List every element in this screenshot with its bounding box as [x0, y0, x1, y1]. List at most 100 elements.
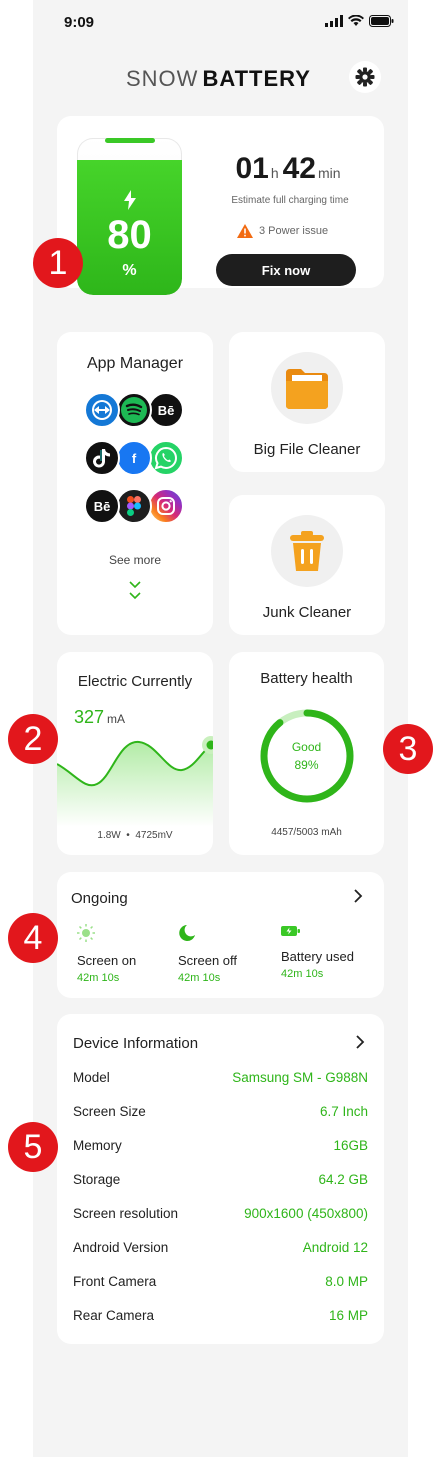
status-bar: 9:09 [33, 0, 408, 46]
charging-estimate-label: Estimate full charging time [231, 195, 349, 206]
screen-off-label: Screen off [178, 953, 238, 968]
charging-minutes-unit: min [317, 165, 341, 181]
device-info-key: Front Camera [73, 1274, 157, 1289]
figma-icon[interactable] [116, 488, 152, 524]
device-info-value: Samsung SM - G988N [232, 1070, 368, 1085]
marker-4: 4 [8, 913, 58, 963]
trash-icon-bg [271, 515, 343, 587]
behance-icon[interactable]: Bē [84, 488, 120, 524]
charging-hours: 01 [235, 152, 269, 185]
screen-on-value: 42m 10s [77, 972, 120, 984]
signal-icon [325, 15, 343, 27]
battery-health-title: Battery health [260, 670, 353, 687]
phone-screen: 9:09 SNOW BATTERY 80 % 01 h 42 min Estimate … [33, 0, 408, 1457]
screen-on-label: Screen on [77, 953, 137, 968]
device-info-value: 900x1600 (450x800) [244, 1206, 368, 1221]
brand-light: SNOW [126, 66, 199, 91]
instagram-icon[interactable] [148, 488, 184, 524]
battery-used-value: 42m 10s [281, 968, 324, 980]
ongoing-battery-used: Battery used 42m 10s [281, 924, 381, 980]
battery-health-status: Good [291, 740, 322, 754]
device-info-value: 16 MP [328, 1308, 368, 1323]
status-icons [325, 15, 394, 27]
battery-status-icon [369, 15, 394, 27]
teamviewer-icon[interactable] [84, 392, 120, 428]
battery-health-percent: 89% [294, 758, 319, 772]
device-info-key: Model [73, 1070, 110, 1085]
ongoing-screen-on: Screen on 42m 10s [77, 924, 177, 984]
junk-cleaner-card[interactable]: Junk Cleaner [229, 495, 385, 635]
battery-cap [105, 138, 155, 143]
current-number: 327 [74, 707, 105, 727]
app-logo: SNOW BATTERY [126, 66, 311, 92]
chevron-right-icon[interactable] [353, 889, 363, 903]
power-watts: 1.8W [97, 830, 121, 841]
charging-hours-unit: h [270, 165, 279, 181]
device-info-key: Screen resolution [73, 1206, 179, 1221]
battery-capacity: 4457/5003 mAh [271, 827, 342, 838]
device-info-key: Rear Camera [73, 1308, 155, 1323]
settings-button[interactable] [349, 61, 381, 93]
device-info-row: Storage 64.2 GB [73, 1172, 368, 1192]
big-file-cleaner-label: Big File Cleaner [253, 441, 361, 458]
sun-icon [77, 924, 95, 942]
current-unit: mA [107, 712, 126, 726]
health-ring [260, 709, 354, 803]
battery-level-graphic: 80 % [77, 138, 182, 295]
electric-current-card[interactable]: Electric Currently 327 mA 1.8W • 4725mV [57, 652, 213, 855]
facebook-icon[interactable]: f [116, 440, 152, 476]
big-file-cleaner-card[interactable]: Big File Cleaner [229, 332, 385, 472]
ongoing-card[interactable]: Ongoing Screen on 42m 10s Screen off 42m… [57, 872, 384, 998]
fix-now-button[interactable]: Fix now [216, 254, 356, 286]
see-more-link[interactable]: See more [57, 553, 213, 567]
current-wave-chart [57, 736, 213, 827]
charging-time: 01 h 42 min [215, 152, 365, 186]
junk-cleaner-label: Junk Cleaner [262, 604, 352, 621]
moon-icon [179, 925, 195, 941]
app-manager-card[interactable]: App Manager Bē f Bē See more [57, 332, 213, 635]
marker-5: 5 [8, 1122, 58, 1172]
battery-health-card[interactable]: Battery health Good 89% 4457/5003 mAh [229, 652, 384, 855]
battery-charging-icon [281, 926, 300, 936]
device-info-title: Device Information [73, 1035, 199, 1052]
device-info-row: Rear Camera 16 MP [73, 1308, 368, 1328]
battery-percent-value: 80 [107, 213, 152, 257]
device-info-row: Model Samsung SM - G988N [73, 1070, 368, 1090]
ongoing-screen-off: Screen off 42m 10s [178, 924, 278, 984]
device-info-value: 16GB [333, 1138, 368, 1153]
folder-icon-bg [271, 352, 343, 424]
tiktok-icon[interactable] [84, 440, 120, 476]
ongoing-title: Ongoing [71, 890, 128, 907]
lightning-icon [124, 190, 136, 210]
device-info-row: Android Version Android 12 [73, 1240, 368, 1260]
behance-icon[interactable]: Bē [148, 392, 184, 428]
device-info-row: Front Camera 8.0 MP [73, 1274, 368, 1294]
chevron-right-icon[interactable] [355, 1035, 365, 1049]
chevron-down-icon[interactable] [129, 580, 141, 602]
battery-percent-unit: % [122, 262, 137, 279]
gear-icon [355, 67, 375, 87]
marker-1: 1 [33, 238, 83, 288]
whatsapp-icon[interactable] [148, 440, 184, 476]
device-info-key: Android Version [73, 1240, 169, 1255]
electric-current-title: Electric Currently [77, 673, 193, 690]
device-info-key: Screen Size [73, 1104, 146, 1119]
power-issue-text: 3 Power issue [259, 225, 329, 237]
trash-icon [290, 531, 324, 571]
device-info-key: Memory [73, 1138, 122, 1153]
spotify-icon[interactable] [116, 392, 152, 428]
device-info-value: 8.0 MP [325, 1274, 368, 1289]
app-manager-title: App Manager [86, 355, 184, 372]
warning-icon [237, 224, 253, 238]
device-info-row: Screen Size 6.7 Inch [73, 1104, 368, 1124]
power-voltage: 4725mV [135, 830, 173, 841]
charging-minutes: 42 [282, 152, 316, 185]
electric-footer: 1.8W • 4725mV [97, 830, 173, 841]
marker-2: 2 [8, 714, 58, 764]
battery-used-label: Battery used [281, 949, 354, 964]
device-info-value: Android 12 [302, 1240, 368, 1255]
power-issue-notice[interactable]: 3 Power issue [237, 224, 328, 238]
device-info-value: 64.2 GB [318, 1172, 368, 1187]
device-info-card[interactable]: Device Information Model Samsung SM - G98… [57, 1014, 384, 1344]
device-info-key: Storage [73, 1172, 121, 1187]
